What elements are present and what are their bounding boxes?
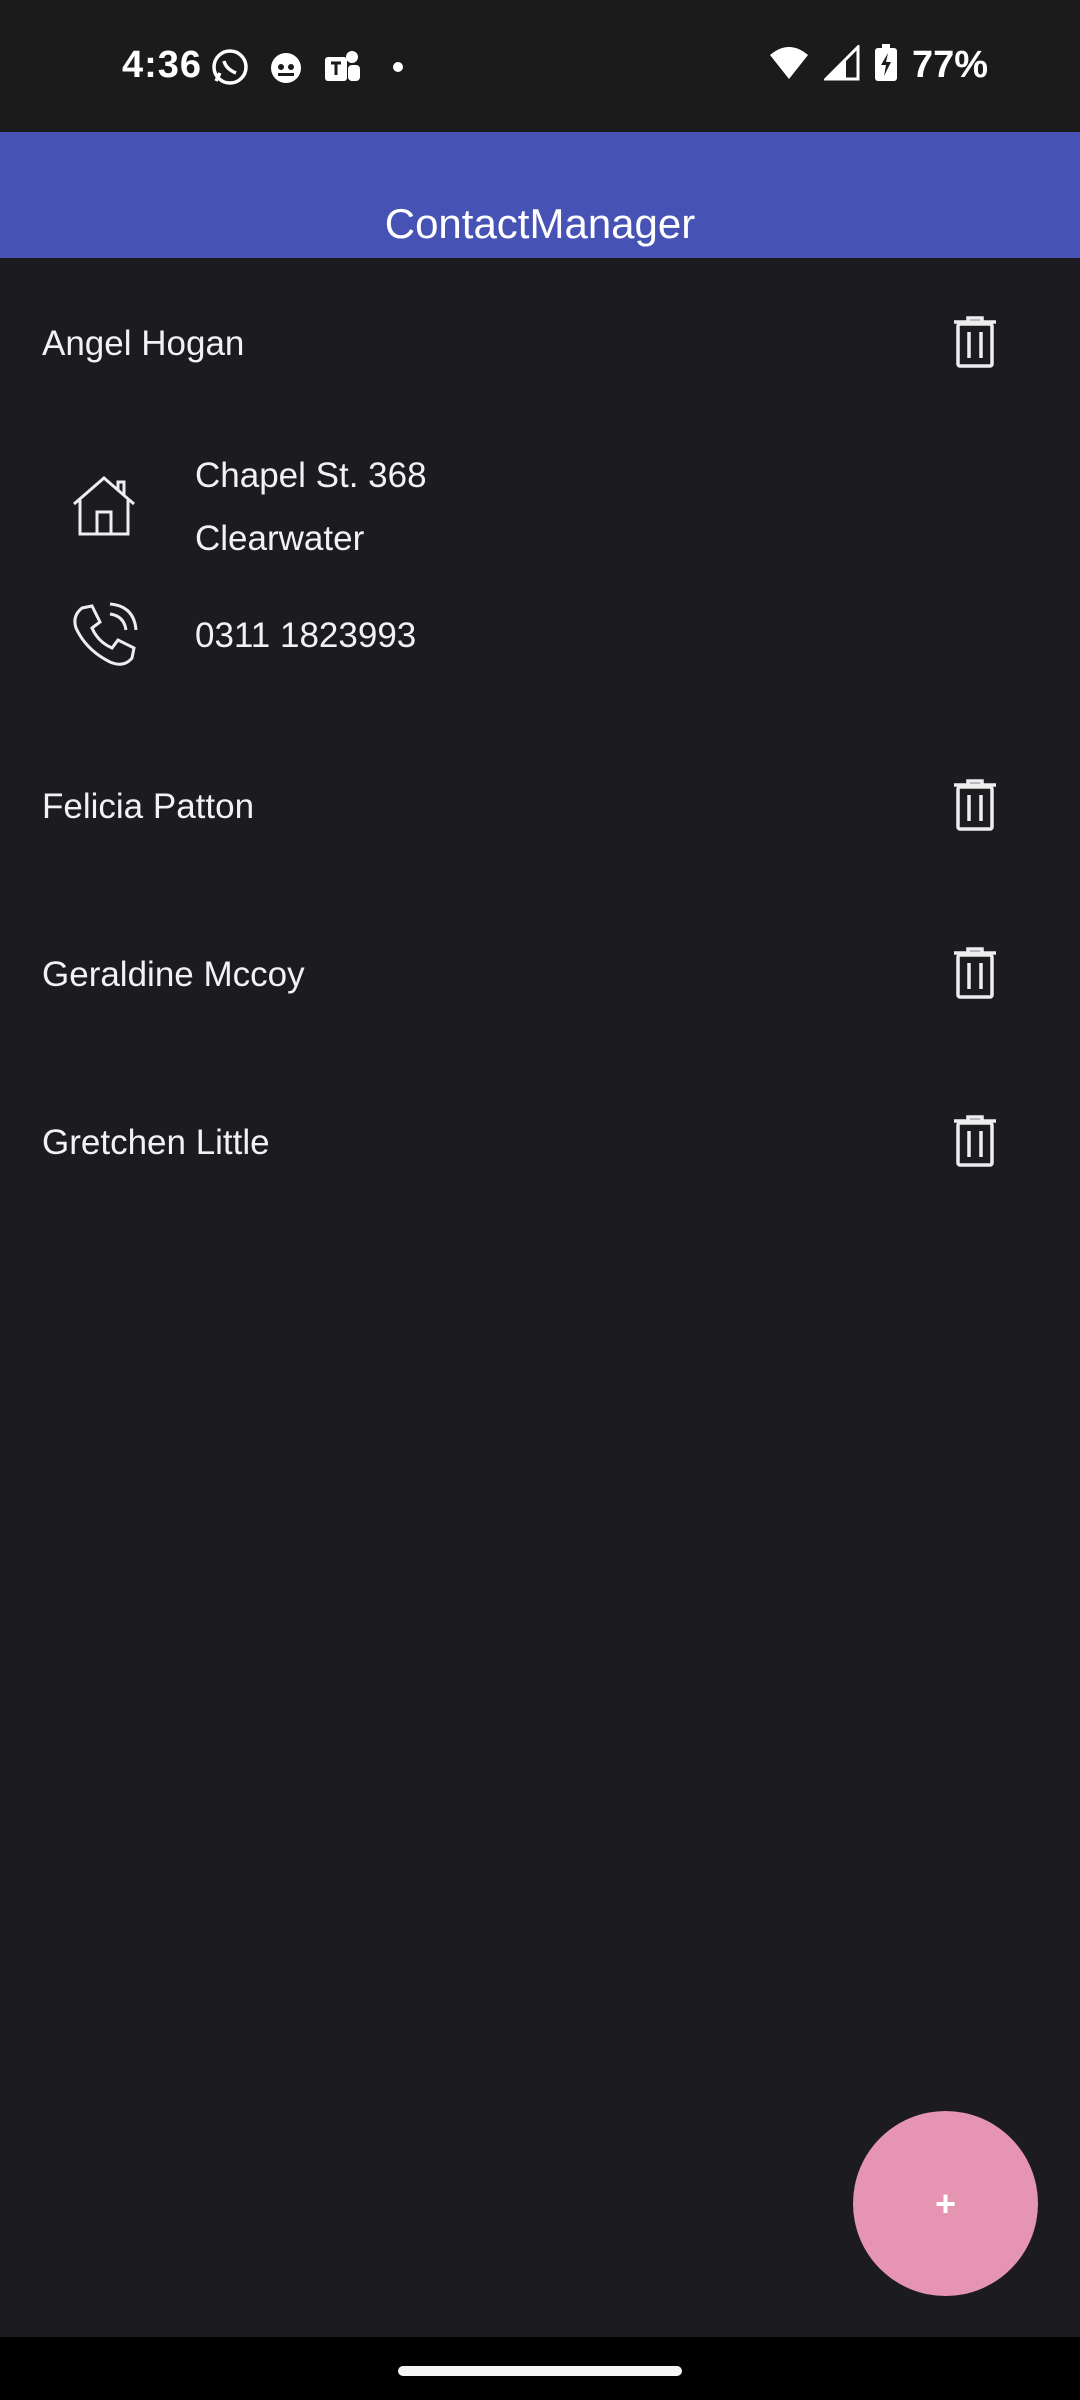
status-time: 4:36: [122, 44, 203, 86]
contact-name: Felicia Patton: [42, 787, 255, 826]
cat-face-icon: [266, 47, 306, 87]
contact-row[interactable]: Gretchen Little: [0, 1081, 1080, 1201]
contact-row[interactable]: Felicia Patton: [0, 745, 1080, 865]
wifi-icon: [768, 45, 810, 86]
plus-icon: +: [934, 2182, 957, 2224]
signal-icon: [822, 43, 860, 86]
battery-level: 77%: [911, 44, 988, 86]
notification-icons: [210, 47, 418, 87]
teams-icon: [322, 47, 362, 87]
add-contact-button[interactable]: +: [853, 2111, 1038, 2296]
trash-icon: [954, 779, 996, 831]
app-title: ContactManager: [384, 200, 696, 247]
home-indicator[interactable]: [398, 2366, 682, 2376]
delete-button[interactable]: [944, 1107, 1006, 1175]
address-line-2: Clearwater: [195, 519, 365, 558]
contact-name: Geraldine Mccoy: [42, 955, 305, 994]
delete-button[interactable]: [944, 771, 1006, 839]
trash-icon: [954, 316, 996, 368]
home-icon: [68, 470, 140, 542]
contact-row[interactable]: Geraldine Mccoy: [0, 913, 1080, 1033]
contact-row[interactable]: Angel Hogan: [0, 282, 1080, 402]
contact-name: Angel Hogan: [42, 324, 245, 363]
status-bar: 4:36 77%: [0, 0, 1080, 132]
trash-icon: [954, 1115, 996, 1167]
phone-icon: [68, 600, 140, 672]
battery-charging-icon: [874, 44, 898, 87]
trash-icon: [954, 947, 996, 999]
address-line-1: Chapel St. 368: [195, 456, 427, 495]
contact-name: Gretchen Little: [42, 1123, 270, 1162]
app-bar: ContactManager: [0, 132, 1080, 258]
delete-button[interactable]: [944, 308, 1006, 376]
dot-icon: [378, 47, 418, 87]
delete-button[interactable]: [944, 939, 1006, 1007]
phone-number: 0311 1823993: [195, 616, 417, 655]
status-right: 77%: [768, 43, 988, 87]
whatsapp-icon: [210, 47, 250, 87]
